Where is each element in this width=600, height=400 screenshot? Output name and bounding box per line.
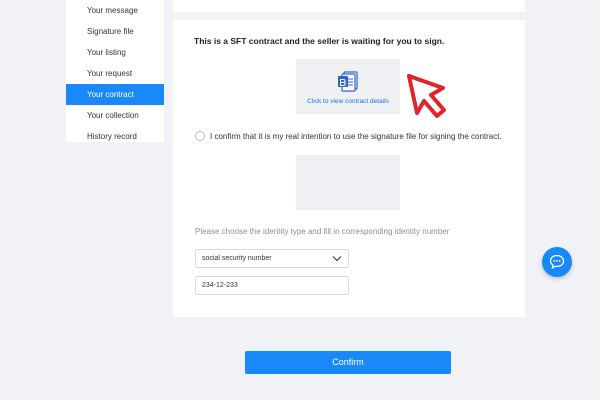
identity-hint: Please choose the identity type and fill… [195, 227, 450, 236]
sidebar-item-your-listing[interactable]: Your listing [66, 42, 164, 63]
sidebar-item-history-record[interactable]: History record [66, 126, 164, 147]
chat-button[interactable] [542, 247, 572, 277]
identity-number-value: 234-12-233 [202, 282, 238, 289]
contract-preview[interactable]: Click to view contract details [296, 59, 400, 114]
identity-type-select[interactable]: social security number [195, 249, 349, 268]
sidebar-item-your-contract[interactable]: Your contract [66, 84, 164, 105]
sidebar-item-your-message[interactable]: Your message [66, 0, 164, 21]
identity-type-value: social security number [202, 255, 272, 262]
signature-preview [296, 155, 400, 210]
chevron-down-icon [332, 256, 342, 262]
pointer-arrow-icon [407, 74, 446, 118]
word-document-icon [338, 71, 358, 92]
sidebar-item-signature-file[interactable]: Signature file [66, 21, 164, 42]
confirm-intention-radio[interactable] [195, 131, 205, 141]
sidebar-item-your-request[interactable]: Your request [66, 63, 164, 84]
contract-card: This is a SFT contract and the seller is… [173, 20, 525, 317]
chat-bubble-icon [549, 254, 565, 270]
sidebar-menu: Your message Signature file Your listing… [66, 0, 164, 142]
contract-headline: This is a SFT contract and the seller is… [194, 36, 445, 46]
identity-number-input[interactable]: 234-12-233 [195, 276, 349, 295]
confirm-button[interactable]: Confirm [245, 351, 451, 374]
confirm-intention-row: I confirm that it is my real intention t… [195, 131, 502, 141]
sidebar-item-your-collection[interactable]: Your collection [66, 105, 164, 126]
top-card [173, 0, 525, 12]
confirm-intention-label: I confirm that it is my real intention t… [210, 131, 502, 141]
view-contract-link[interactable]: Click to view contract details [296, 98, 400, 105]
